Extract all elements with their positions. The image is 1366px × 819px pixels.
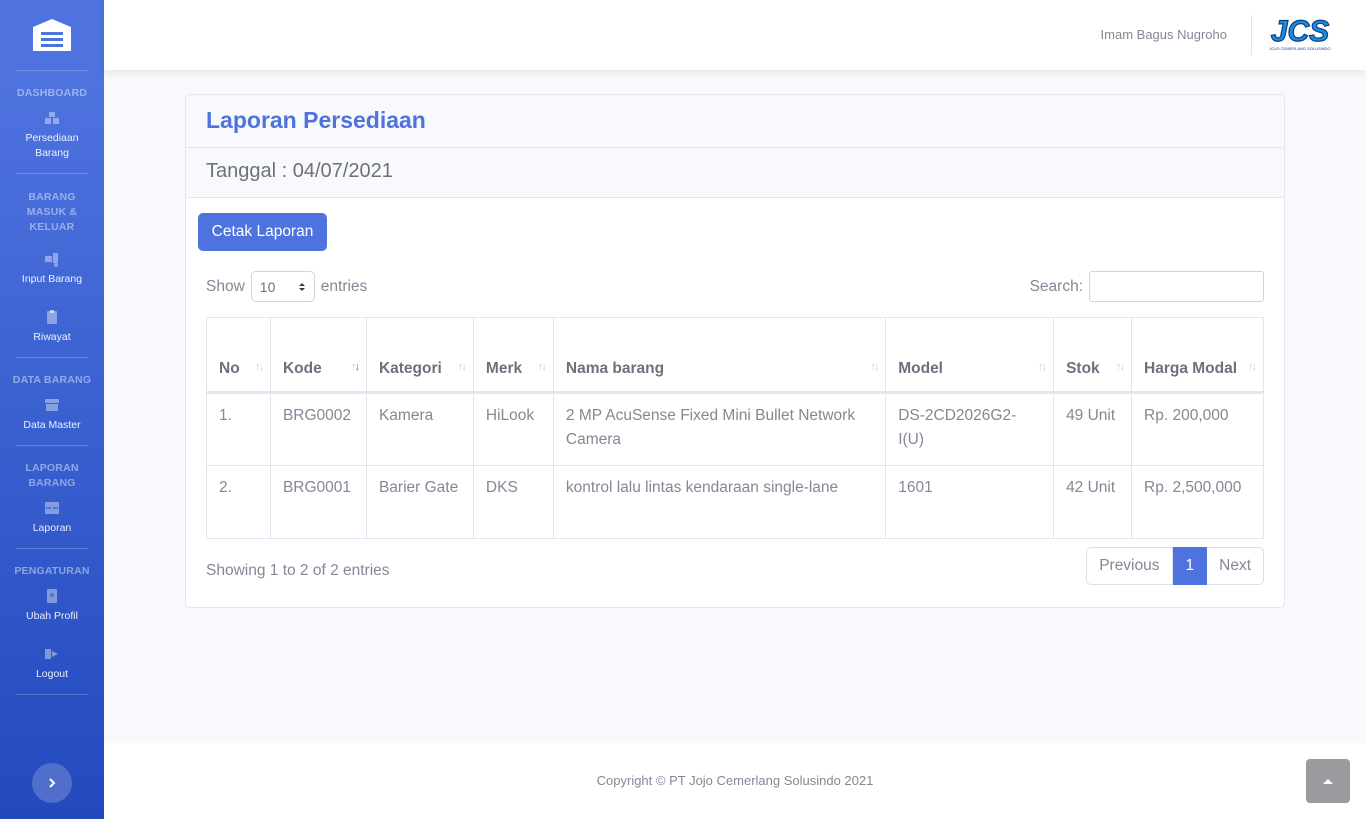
sidebar-heading-pengaturan: PENGATURAN (14, 565, 90, 577)
sort-icon: ↑↓ (1248, 361, 1257, 373)
cell-model: 1601 (885, 465, 1055, 539)
cell-harga-modal: Rp. 200,000 (1131, 392, 1264, 466)
next-page-button[interactable]: Next (1207, 547, 1264, 585)
clipboard-icon (47, 310, 57, 324)
previous-page-button[interactable]: Previous (1086, 547, 1173, 585)
column-header-stok[interactable]: Stok ↑↓ (1053, 317, 1133, 393)
page-length-control: Show 10 entries (206, 271, 367, 302)
report-card: Laporan Persediaan Tanggal : 04/07/2021 … (185, 94, 1285, 608)
inventory-table: No ↑↓ Kode ↑↓ Kategori ↑↓ Merk ↑↓ Nama baran… (206, 317, 1264, 539)
cell-stok: 49 Unit (1053, 392, 1133, 466)
report-date: Tanggal : 04/07/2021 (206, 160, 393, 182)
sidebar-item-ubah-profil[interactable]: Ubah Profil (0, 588, 104, 624)
sidebar-item-laporan[interactable]: Laporan (0, 500, 104, 536)
cell-kategori: Kamera (365, 392, 474, 466)
archive-icon (45, 399, 59, 411)
sort-icon: ↑↓ (870, 361, 879, 373)
scroll-to-top-button[interactable] (1306, 759, 1350, 803)
svg-text:JOJO CEMERLANG SOLUSINDO: JOJO CEMERLANG SOLUSINDO (1269, 46, 1330, 51)
sort-icon: ↑↓ (1038, 361, 1047, 373)
sidebar-item-label: Logout (35, 668, 69, 680)
topbar-divider (1251, 15, 1252, 55)
sidebar-item-input-barang[interactable]: Input Barang (0, 251, 104, 287)
cell-stok: 42 Unit (1053, 465, 1133, 539)
sort-icon: ↑↓ (537, 361, 547, 373)
print-report-button[interactable]: Cetak Laporan (198, 213, 327, 251)
sort-icon: ↑↓ (457, 361, 467, 373)
sort-ascending-icon: ↑↓ (350, 361, 360, 373)
column-header-nama-barang[interactable]: Nama barang ↑↓ (552, 317, 887, 393)
sort-icon: ↑↓ (254, 361, 264, 373)
user-name[interactable]: Imam Bagus Nugroho (1101, 27, 1227, 42)
table-row: 1. BRG0002 Kamera HiLook 2 MP AcuSense F… (206, 392, 1264, 466)
sidebar-divider (16, 694, 88, 695)
cell-model: DS-2CD2026G2-I(U) (885, 392, 1055, 466)
cell-kode: BRG0002 (269, 392, 367, 466)
page-title: Laporan Persediaan (206, 107, 426, 133)
search-label: Search: (1029, 277, 1083, 295)
sidebar-heading-data-barang: DATA BARANG (12, 374, 92, 386)
sidebar-item-logout[interactable]: Logout (0, 646, 104, 682)
footer: Copyright © PT Jojo Cemerlang Solusindo … (104, 743, 1366, 819)
boxes-icon (45, 112, 59, 124)
sign-out-icon (45, 649, 58, 659)
topbar: Imam Bagus Nugroho JCS JOJO CEMERLANG SO… (104, 0, 1366, 70)
sidebar-item-persediaan-barang[interactable]: Persediaan Barang (0, 110, 104, 161)
sidebar-brand[interactable] (0, 0, 104, 70)
card-header: Laporan Persediaan (186, 95, 1284, 148)
sidebar-item-label: Riwayat (33, 331, 71, 343)
select-arrows-icon (298, 282, 305, 291)
entries-label: entries (320, 277, 368, 295)
cell-merk: HiLook (472, 392, 554, 466)
cell-kode: BRG0001 (269, 465, 367, 539)
column-header-kategori[interactable]: Kategori ↑↓ (365, 317, 474, 393)
page-length-value: 10 (259, 278, 276, 295)
cell-harga-modal: Rp. 2,500,000 (1131, 465, 1264, 539)
sort-icon: ↑↓ (1116, 361, 1125, 373)
cell-nama-barang: 2 MP AcuSense Fixed Mini Bullet Network … (552, 392, 887, 466)
sidebar-item-label: Laporan (32, 522, 72, 534)
cell-nama-barang: kontrol lalu lintas kendaraan single-lan… (552, 465, 887, 539)
sidebar-item-label: Ubah Profil (26, 610, 78, 622)
search-input[interactable] (1089, 271, 1264, 302)
sidebar-item-label: Data Master (23, 419, 81, 431)
sidebar-item-riwayat[interactable]: Riwayat (0, 309, 104, 345)
cell-merk: DKS (472, 465, 554, 539)
page-1-button[interactable]: 1 (1172, 547, 1208, 585)
sidebar: DASHBOARD Persediaan Barang BARANG MASUK… (0, 0, 104, 819)
sidebar-heading-laporan-barang: LAPORAN BARANG (25, 462, 79, 489)
company-logo: JCS JOJO CEMERLANG SOLUSINDO (1269, 14, 1330, 51)
sidebar-toggle-button[interactable] (32, 763, 72, 803)
search-control: Search: (1030, 271, 1264, 302)
table-row: 2. BRG0001 Barier Gate DKS kontrol lalu … (206, 465, 1264, 539)
table-icon (45, 502, 59, 514)
cell-no: 1. (206, 392, 271, 466)
column-header-no[interactable]: No ↑↓ (206, 317, 271, 393)
pagination: Previous 1 Next (1086, 547, 1264, 585)
svg-text:JCS: JCS (1271, 15, 1329, 48)
sidebar-item-label: Input Barang (21, 273, 83, 285)
id-badge-icon (47, 589, 57, 603)
table-header-row: No ↑↓ Kode ↑↓ Kategori ↑↓ Merk ↑↓ Nama baran… (206, 317, 1264, 393)
column-header-harga-modal[interactable]: Harga Modal ↑↓ (1131, 317, 1264, 393)
sidebar-item-label: Persediaan Barang (25, 132, 79, 159)
sidebar-item-data-master[interactable]: Data Master (0, 397, 104, 433)
sidebar-heading-dashboard: DASHBOARD (16, 87, 88, 99)
chevron-up-icon (1323, 779, 1333, 784)
cell-kategori: Barier Gate (365, 465, 474, 539)
cell-no: 2. (206, 465, 271, 539)
sidebar-heading-barang-masuk-keluar: BARANG MASUK & KELUAR (26, 191, 78, 233)
column-header-model[interactable]: Model ↑↓ (885, 317, 1055, 393)
truck-loading-icon (45, 253, 58, 267)
warehouse-icon (33, 19, 71, 51)
copyright-text: Copyright © PT Jojo Cemerlang Solusindo … (596, 773, 874, 788)
column-header-kode[interactable]: Kode ↑↓ (269, 317, 367, 393)
table-info: Showing 1 to 2 of 2 entries (206, 562, 390, 579)
show-label: Show (206, 277, 245, 295)
card-subheader: Tanggal : 04/07/2021 (186, 148, 1284, 198)
column-header-merk[interactable]: Merk ↑↓ (472, 317, 554, 393)
chevron-right-icon (49, 778, 56, 788)
page-length-select[interactable]: 10 (250, 271, 315, 302)
